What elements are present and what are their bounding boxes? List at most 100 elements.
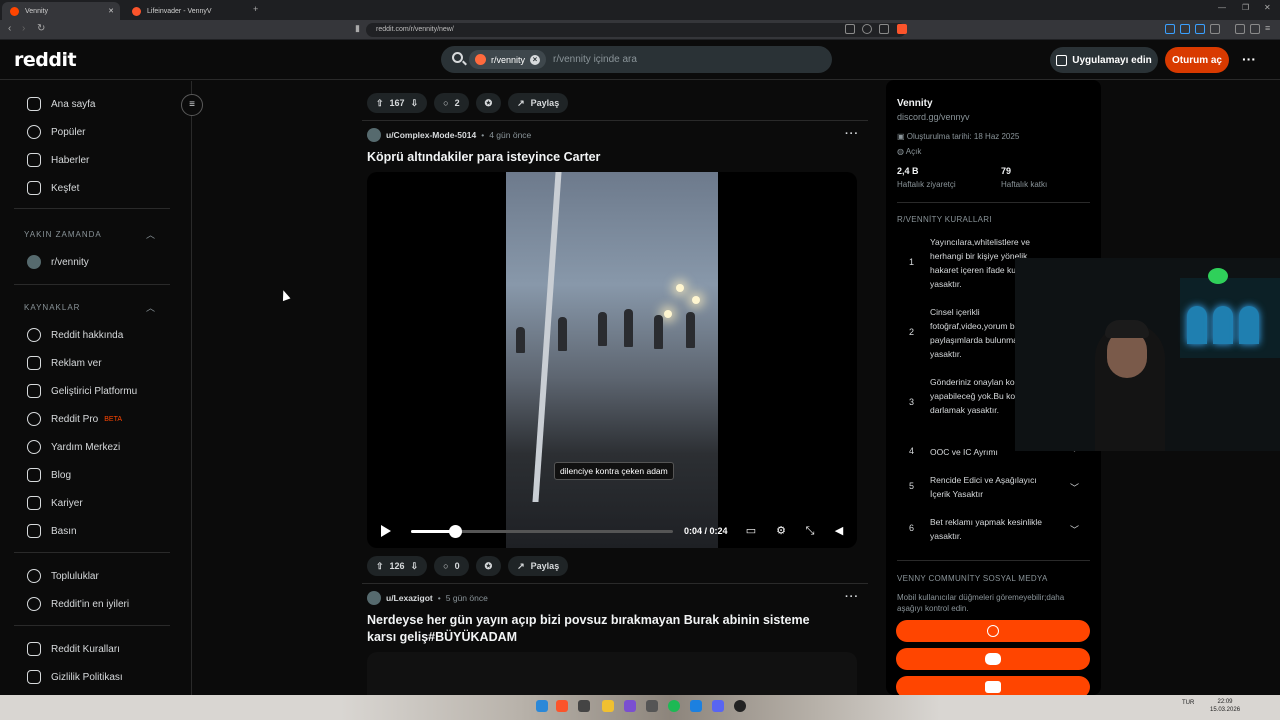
recent-heading[interactable]: YAKIN ZAMANDA [24,230,102,239]
menu-icon[interactable]: ≡ [1265,24,1275,34]
sidebar-item-careers[interactable]: Kariyer [27,493,83,513]
sidebar-item-about[interactable]: Reddit hakkında [27,325,123,345]
rule-item[interactable]: 6 Bet reklamı yapmak kesinlikle yasaktır… [897,515,1092,545]
sidebar-item-explore[interactable]: Keşfet [27,178,79,198]
sidebar-item-help[interactable]: Yardım Merkezi [27,437,120,457]
extension-icon[interactable] [1195,24,1205,34]
chevron-up-icon[interactable]: ︿ [146,228,155,241]
avatar[interactable] [367,128,381,142]
reload-icon[interactable]: ↻ [37,23,45,34]
extension-icon[interactable] [1165,24,1175,34]
search-input[interactable]: r/vennity içinde ara [553,54,637,65]
post-title[interactable]: Nerdeyse her gün yayın açıp bizi povsuz … [367,612,837,646]
new-tab-icon[interactable]: + [253,4,258,14]
chevron-down-icon[interactable]: ﹀ [1070,523,1079,536]
sidebar-item-popular[interactable]: Popüler [27,122,85,142]
collapse-sidebar-button[interactable]: ≡ [181,94,203,116]
reddit-logo[interactable]: reddit [14,49,77,71]
captions-icon[interactable]: ▭ [745,525,757,537]
extension-icon[interactable] [1180,24,1190,34]
sidebar-item-developer[interactable]: Geliştirici Platformu [27,381,137,401]
more-options-icon[interactable]: ··· [1238,49,1260,71]
sidebar-item-reddit-pro[interactable]: Reddit Pro BETA [27,409,122,429]
sidebar-item-vennity[interactable]: r/vennity [27,252,89,272]
rule-item[interactable]: 5 Rencide Edici ve Aşağılayıcı İçerik Ya… [897,473,1092,503]
sidebar-item-news[interactable]: Haberler [27,150,89,170]
app-icon[interactable] [690,700,702,712]
upvote-icon[interactable]: ⇧ [376,98,384,109]
discord-icon[interactable] [712,700,724,712]
share-button[interactable]: ↗ Paylaş [508,556,569,576]
vote-pill[interactable]: ⇧ 126 ⇩ [367,556,428,576]
browser-tab-lifeinvader[interactable]: Lifeinvader - VennyV [124,2,248,20]
zoom-icon[interactable] [862,24,872,34]
brave-icon[interactable] [556,700,568,712]
post-author[interactable]: u/Complex-Mode-5014 [386,130,476,140]
video-seek-bar[interactable] [411,525,673,538]
minimize-icon[interactable]: — [1218,3,1226,12]
obs-icon[interactable] [734,700,746,712]
community-link[interactable]: discord.gg/vennyv [897,112,970,122]
sidebar-item-communities[interactable]: Topluluklar [27,566,99,586]
resources-heading[interactable]: KAYNAKLAR [24,303,80,312]
bookmark-icon[interactable]: ▮ [355,23,360,34]
website-button[interactable] [896,620,1090,642]
clear-chip-icon[interactable]: × [530,54,541,65]
chevron-down-icon[interactable]: ﹀ [1070,481,1079,494]
sidebar-item-home[interactable]: Ana sayfa [27,94,95,114]
screen-icon[interactable] [845,24,855,34]
discord-button[interactable] [896,648,1090,670]
explorer-icon[interactable] [602,700,614,712]
video-player[interactable]: dilenciye kontra çeken adam 0:04 / 0:24 … [367,172,857,548]
video-player[interactable] [367,652,857,697]
sidebar-item-press[interactable]: Basın [27,521,77,541]
close-tab-icon[interactable]: ✕ [108,7,114,15]
award-button[interactable]: ✪ [475,93,502,113]
app-icon[interactable] [578,700,590,712]
downvote-icon[interactable]: ⇩ [411,98,419,109]
login-button[interactable]: Oturum aç [1165,47,1229,73]
award-button[interactable]: ✪ [475,556,502,576]
get-app-button[interactable]: Uygulamayı edin [1050,47,1158,73]
language-indicator[interactable]: TUR [1182,700,1194,706]
clock[interactable]: 22:09 15.03.2026 [1210,698,1240,714]
forward-icon[interactable]: › [22,23,25,34]
post-options-icon[interactable]: ··· [845,591,859,603]
browser-tab-vennity[interactable]: Vennity ✕ [2,2,120,20]
brave-shield-icon[interactable] [897,24,907,34]
fullscreen-icon[interactable]: ⤡ [804,525,816,537]
close-window-icon[interactable]: ✕ [1264,3,1271,12]
url-field[interactable]: reddit.com/r/vennity/new/ [366,23,906,37]
avatar[interactable] [367,591,381,605]
post-title[interactable]: Köprü altındakiler para isteyince Carter [367,149,837,166]
sidebar-item-blog[interactable]: Blog [27,465,71,485]
sidebar-item-privacy[interactable]: Gizlilik Politikası [27,667,123,687]
play-icon[interactable] [381,525,391,537]
comments-button[interactable]: ○ 0 [434,556,469,576]
subreddit-search-chip[interactable]: r/vennity × [469,50,547,69]
back-icon[interactable]: ‹ [8,23,11,34]
settings-icon[interactable]: ⚙ [775,525,787,537]
upvote-icon[interactable]: ⇧ [376,561,384,572]
spotify-icon[interactable] [668,700,680,712]
media-icon[interactable] [1235,24,1245,34]
sidebar-item-rules[interactable]: Reddit Kuralları [27,639,120,659]
maximize-icon[interactable]: ❐ [1242,3,1249,12]
post-options-icon[interactable]: ··· [845,128,859,140]
chevron-up-icon[interactable]: ︿ [146,301,155,314]
vote-pill[interactable]: ⇧ 167 ⇩ [367,93,428,113]
app-icon[interactable] [624,700,636,712]
sidebar-toggle-icon[interactable] [1250,24,1260,34]
search-bar[interactable]: r/vennity × r/vennity içinde ara [441,46,832,73]
sidebar-item-advertise[interactable]: Reklam ver [27,353,102,373]
share-button[interactable]: ↗ Paylaş [508,93,569,113]
app-icon[interactable] [646,700,658,712]
volume-icon[interactable]: ◀ [833,525,845,537]
extension-icon[interactable] [1210,24,1220,34]
seek-thumb[interactable] [448,525,462,538]
share-page-icon[interactable] [879,24,889,34]
comments-button[interactable]: ○ 2 [434,93,469,113]
sidebar-item-best-of[interactable]: Reddit'in en iyileri [27,594,129,614]
downvote-icon[interactable]: ⇩ [411,561,419,572]
post-author[interactable]: u/Lexazigot [386,593,433,603]
